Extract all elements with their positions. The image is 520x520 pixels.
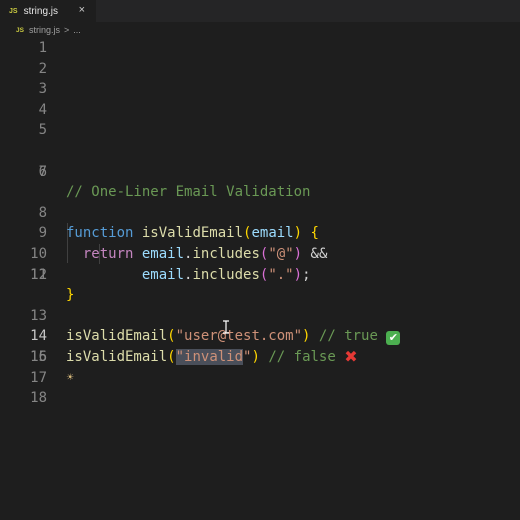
text-cursor-icon — [223, 320, 229, 334]
code-line: 6 // One-Liner Email Validation — [0, 141, 520, 201]
line-number: 3 — [38, 81, 47, 98]
line-number: 5 — [38, 122, 47, 139]
line-number: 1 — [38, 40, 47, 56]
tab-label: string.js — [23, 5, 59, 17]
js-file-icon: JS — [16, 26, 24, 34]
code-line: 7 — [0, 162, 520, 183]
breadcrumb: JS string.js > ... — [0, 22, 520, 38]
code-line: 12 — [0, 265, 520, 286]
code-line: 8 function isValidEmail(email) { — [0, 182, 520, 242]
code-line: 3 — [0, 79, 520, 100]
line-number: 4 — [38, 101, 47, 118]
code-line: 4 — [0, 100, 520, 121]
code-line: 5 — [0, 120, 520, 141]
line-number: 12 — [30, 266, 47, 283]
js-file-icon: JS — [9, 7, 18, 15]
tab-string-js[interactable]: JS string.js × — [0, 0, 97, 22]
close-icon[interactable]: × — [79, 4, 85, 16]
code-line-active: 14 isValidEmail("invalid") // false ✖ — [0, 306, 520, 366]
code-line: 9 return email.includes("@") && — [0, 203, 520, 262]
tab-bar: JS string.js × — [0, 0, 520, 22]
code-line: 17 — [0, 368, 520, 389]
code-line: 10 email.includes("."); — [0, 223, 520, 283]
code-line: 16 — [0, 347, 520, 368]
code-editor[interactable]: 1 2 3 4 5 6 // One-Liner Email Validatio… — [0, 38, 520, 520]
code-line: 18 — [0, 388, 520, 409]
breadcrumb-file[interactable]: string.js — [29, 25, 60, 35]
breadcrumb-separator: > — [63, 25, 70, 35]
line-number: 16 — [30, 349, 47, 365]
breadcrumb-more[interactable]: ... — [73, 25, 81, 35]
line-number: 18 — [30, 390, 47, 407]
line-number: 2 — [38, 60, 47, 77]
code-line: 11 } — [0, 244, 520, 304]
line-number: 7 — [38, 163, 47, 180]
code-line: 2 — [0, 59, 520, 80]
code-line: 15 ☀ — [0, 326, 520, 383]
code-line: 1 — [0, 38, 520, 59]
code-line: 13 isValidEmail("user@test.com") // true… — [0, 285, 520, 346]
line-number: 17 — [30, 369, 47, 386]
